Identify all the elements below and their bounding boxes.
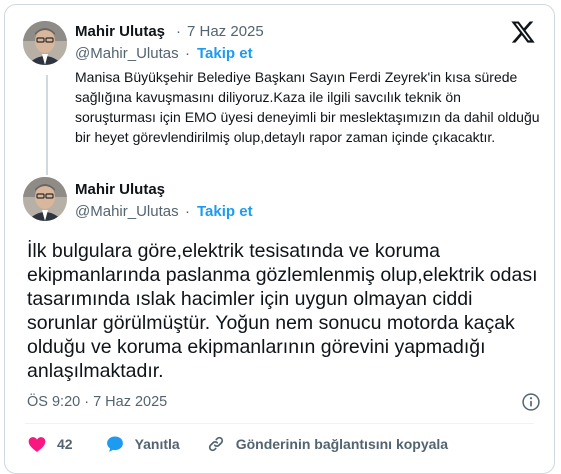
dot-separator: · (176, 23, 181, 40)
info-icon[interactable] (521, 392, 541, 412)
author-handle[interactable]: @Mahir_Ulutas (75, 45, 179, 62)
reply-tweet-text: Manisa Büyükşehir Belediye Başkanı Sayın… (75, 69, 540, 145)
tweet-embed-card: Mahir Ulutaş · 7 Haz 2025 @Mahir_Ulutas … (4, 4, 555, 474)
tweet-timestamp[interactable]: ÖS 9:20 · 7 Haz 2025 (27, 394, 167, 410)
main-tweet-text: İlk bulgulara göre,elektrik tesisatında … (27, 240, 538, 382)
author-name[interactable]: Mahir Ulutaş (75, 181, 165, 198)
dot-separator: · (185, 45, 190, 62)
author-name[interactable]: Mahir Ulutaş (75, 23, 165, 40)
action-bar: 42 Yanıtla Gönderinin bağlantısını kopya… (27, 432, 448, 456)
follow-button[interactable]: Takip et (197, 203, 253, 220)
x-logo-icon[interactable] (510, 19, 536, 45)
thread-connector-line (46, 75, 48, 175)
copy-link-button[interactable]: Gönderinin bağlantısını kopyala (206, 434, 448, 454)
avatar[interactable] (23, 177, 67, 221)
dot-separator: · (185, 203, 190, 220)
tweet-date[interactable]: 7 Haz 2025 (187, 23, 264, 40)
author-handle[interactable]: @Mahir_Ulutas (75, 203, 179, 220)
heart-icon (28, 437, 46, 452)
avatar[interactable] (23, 21, 67, 65)
reply-bubble-icon (106, 436, 123, 452)
link-icon (208, 436, 223, 452)
reply-button[interactable]: Yanıtla (105, 434, 180, 454)
like-count: 42 (57, 436, 73, 452)
copy-link-label: Gönderinin bağlantısını kopyala (235, 436, 449, 452)
like-button[interactable]: 42 (27, 434, 73, 454)
follow-button[interactable]: Takip et (197, 45, 253, 62)
divider (25, 423, 534, 424)
reply-label: Yanıtla (134, 436, 180, 452)
